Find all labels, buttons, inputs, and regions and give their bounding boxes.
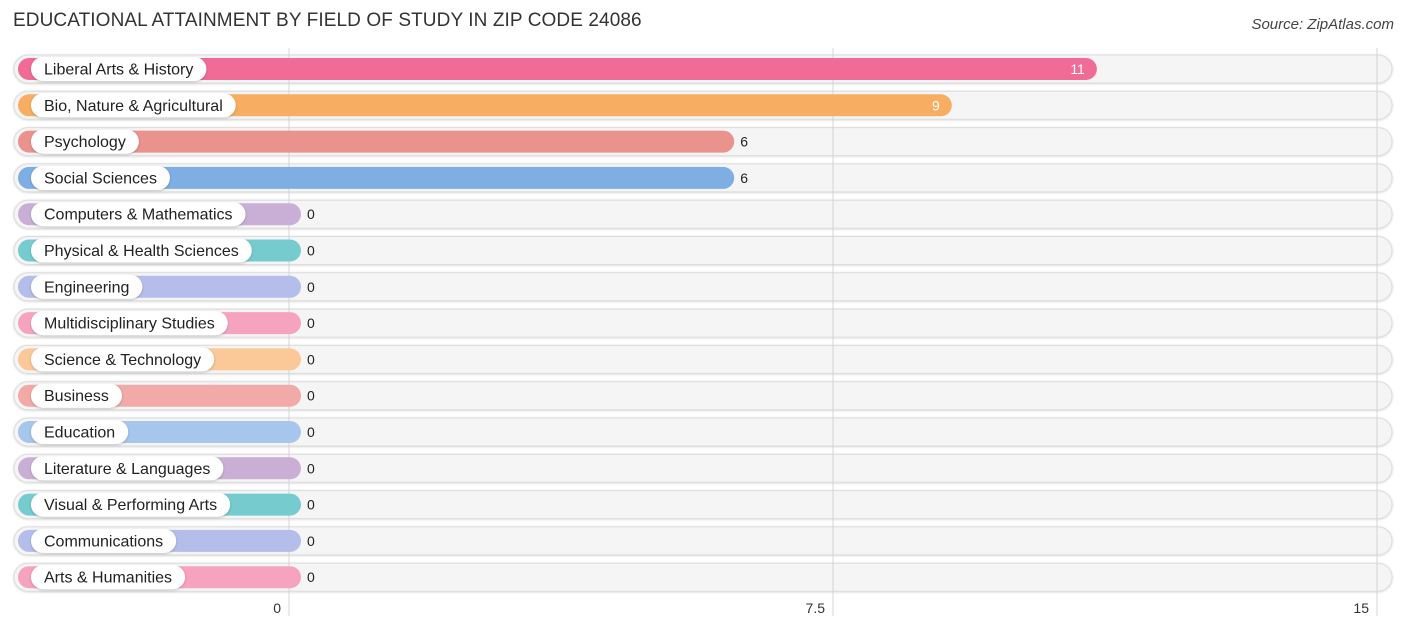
bar-row: Multidisciplinary Studies 0 xyxy=(18,311,315,336)
bar-row: Computers & Mathematics 0 xyxy=(18,202,315,227)
value-label: 0 xyxy=(307,243,315,259)
bar-chart: Liberal Arts & History 11 Bio, Nature & Ag… xyxy=(13,48,1393,616)
bar-row: Social Sciences 6 xyxy=(18,165,748,190)
value-label: 0 xyxy=(307,569,315,585)
category-label: Visual & Performing Arts xyxy=(44,497,217,514)
value-label: 9 xyxy=(932,97,940,113)
category-label: Education xyxy=(44,425,115,442)
bar-row: Visual & Performing Arts 0 xyxy=(18,492,315,517)
bar-row: Communications 0 xyxy=(18,528,315,553)
value-label: 0 xyxy=(307,351,315,367)
value-label: 0 xyxy=(307,315,315,331)
category-label: Communications xyxy=(44,533,163,550)
category-label: Computers & Mathematics xyxy=(44,207,233,224)
value-label: 0 xyxy=(307,460,315,476)
value-label: 0 xyxy=(307,424,315,440)
bar-row: Liberal Arts & History 11 xyxy=(18,57,1097,81)
bar-row: Business 0 xyxy=(18,383,315,408)
bar-row: Physical & Health Sciences 0 xyxy=(18,238,315,263)
category-label: Liberal Arts & History xyxy=(44,62,193,79)
category-label: Multidisciplinary Studies xyxy=(44,316,215,333)
value-label: 0 xyxy=(307,279,315,295)
category-label: Business xyxy=(44,388,109,405)
value-label: 6 xyxy=(740,134,748,150)
x-tick-label: 7.5 xyxy=(806,600,826,616)
x-tick-label: 0 xyxy=(273,600,281,616)
value-label: 0 xyxy=(307,206,315,222)
bar-row: Engineering 0 xyxy=(18,274,315,299)
value-label: 11 xyxy=(1070,61,1085,77)
category-label: Arts & Humanities xyxy=(44,570,172,587)
bar-row: Bio, Nature & Agricultural 9 xyxy=(18,93,952,118)
category-label: Physical & Health Sciences xyxy=(44,243,239,260)
category-label: Bio, Nature & Agricultural xyxy=(44,98,223,115)
category-label: Literature & Languages xyxy=(44,461,210,478)
category-label: Social Sciences xyxy=(44,170,157,187)
bar-row: Literature & Languages 0 xyxy=(18,456,315,481)
category-label: Psychology xyxy=(44,134,126,151)
value-label: 6 xyxy=(740,170,748,186)
x-tick-label: 15 xyxy=(1353,600,1369,616)
value-label: 0 xyxy=(307,497,315,513)
category-label: Engineering xyxy=(44,279,129,296)
bar-row: Education 0 xyxy=(18,420,315,444)
bar-row: Psychology 6 xyxy=(18,129,748,154)
value-label: 0 xyxy=(307,388,315,404)
bar-row: Science & Technology 0 xyxy=(18,347,315,372)
bar-row: Arts & Humanities 0 xyxy=(18,565,315,590)
category-label: Science & Technology xyxy=(44,352,201,369)
value-label: 0 xyxy=(307,533,315,549)
